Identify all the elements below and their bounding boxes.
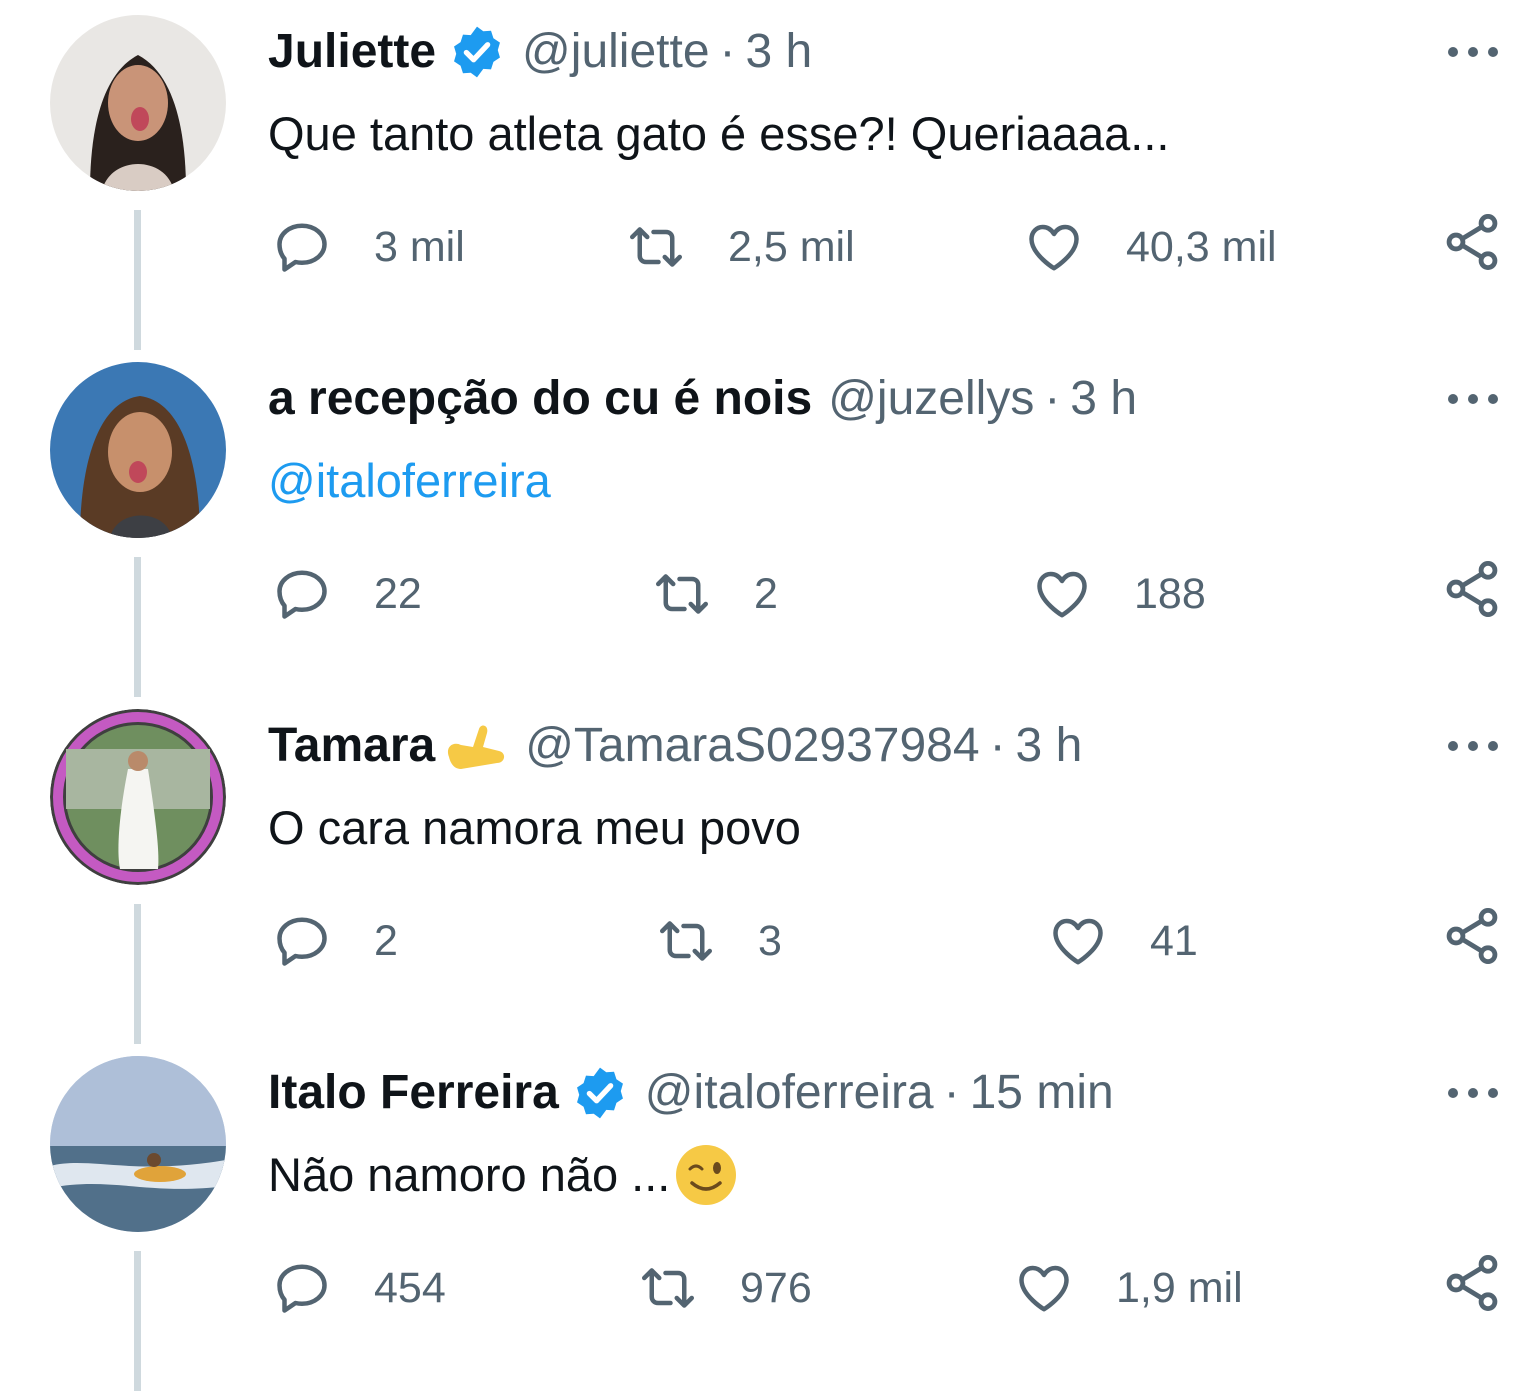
tweet[interactable]: Tamara @TamaraS02937984 · 3 h O cara nam… <box>0 694 1536 1044</box>
user-handle[interactable]: @juliette <box>522 22 709 82</box>
user-handle[interactable]: @TamaraS02937984 <box>525 716 979 776</box>
user-handle[interactable]: @juzellys <box>828 369 1034 429</box>
tweet-actions: 454 976 1,9 mil <box>0 1251 1536 1325</box>
tweet-text: Que tanto atleta gato é esse?! Queriaaaa… <box>268 107 1170 160</box>
retweet-button[interactable]: 2 <box>652 557 778 631</box>
tweet[interactable]: Juliette @juliette · 3 h Que tanto atlet… <box>0 0 1536 350</box>
separator: · <box>1044 372 1061 425</box>
heart-icon <box>1029 224 1079 271</box>
reply-icon <box>277 1264 327 1313</box>
separator: · <box>989 719 1006 772</box>
reply-count: 22 <box>374 569 422 618</box>
reply-icon <box>277 917 327 966</box>
retweet-count: 2,5 mil <box>728 222 855 271</box>
tweet-text-container: Não namoro não ... <box>268 1145 738 1205</box>
retweet-count: 2 <box>754 569 778 618</box>
retweet-button[interactable]: 3 <box>656 904 782 978</box>
tweet-actions: 3 mil 2,5 mil 40,3 mil <box>0 210 1536 284</box>
share-icon[interactable] <box>1440 210 1504 274</box>
share-icon[interactable] <box>1440 557 1504 621</box>
retweet-count: 3 <box>758 916 782 965</box>
retweet-count: 976 <box>740 1263 812 1312</box>
more-options-icon[interactable] <box>1444 1081 1502 1105</box>
tweet-header: Italo Ferreira @italoferreira · 15 min <box>268 1063 1114 1123</box>
tweet-header: a recepção do cu é nois @juzellys · 3 h <box>268 369 1137 429</box>
separator: · <box>719 25 736 78</box>
tweet-text: O cara namora meu povo <box>268 801 801 854</box>
like-count: 188 <box>1134 569 1206 618</box>
reply-button[interactable]: 3 mil <box>272 210 465 284</box>
reply-count: 454 <box>374 1263 446 1312</box>
avatar[interactable] <box>50 709 226 885</box>
retweet-icon <box>642 1268 694 1308</box>
more-options-icon[interactable] <box>1444 40 1502 64</box>
tweet[interactable]: a recepção do cu é nois @juzellys · 3 h … <box>0 347 1536 697</box>
tweet-text: Não namoro não ... <box>268 1148 671 1201</box>
reply-button[interactable]: 22 <box>272 557 422 631</box>
display-name[interactable]: Juliette <box>268 22 436 82</box>
reply-icon <box>277 223 327 272</box>
reply-count: 2 <box>374 916 398 965</box>
share-icon[interactable] <box>1440 1251 1504 1315</box>
display-name[interactable]: Tamara <box>268 716 435 776</box>
timestamp[interactable]: 3 h <box>1070 369 1137 429</box>
retweet-button[interactable]: 976 <box>638 1251 812 1325</box>
separator: · <box>943 1066 960 1119</box>
avatar[interactable] <box>50 362 226 538</box>
avatar[interactable] <box>50 15 226 191</box>
timestamp[interactable]: 15 min <box>970 1063 1114 1123</box>
retweet-icon <box>630 227 682 267</box>
tweet[interactable]: Italo Ferreira @italoferreira · 15 min N… <box>0 1041 1536 1391</box>
display-name[interactable]: a recepção do cu é nois <box>268 369 812 429</box>
reply-button[interactable]: 2 <box>272 904 398 978</box>
verified-badge-icon <box>454 26 501 78</box>
avatar[interactable] <box>50 1056 226 1232</box>
more-options-icon[interactable] <box>1444 734 1502 758</box>
timestamp[interactable]: 3 h <box>1016 716 1083 776</box>
like-button[interactable]: 41 <box>1048 904 1198 978</box>
reply-icon <box>277 570 327 619</box>
tweet-header: Juliette @juliette · 3 h <box>268 22 812 82</box>
retweet-icon <box>656 574 708 614</box>
reply-thread: Juliette @juliette · 3 h Que tanto atlet… <box>0 0 1536 1391</box>
retweet-button[interactable]: 2,5 mil <box>626 210 855 284</box>
like-count: 40,3 mil <box>1126 222 1277 271</box>
tweet-actions: 22 2 188 <box>0 557 1536 631</box>
timestamp[interactable]: 3 h <box>746 22 813 82</box>
heart-icon <box>1037 571 1087 618</box>
tweet-header: Tamara @TamaraS02937984 · 3 h <box>268 716 1082 776</box>
mention-link[interactable]: @italoferreira <box>268 451 551 511</box>
tweet-actions: 2 3 41 <box>0 904 1536 978</box>
verified-badge-icon <box>576 1067 623 1119</box>
like-count: 1,9 mil <box>1116 1263 1243 1312</box>
reply-count: 3 mil <box>374 222 465 271</box>
retweet-icon <box>660 921 712 961</box>
share-icon[interactable] <box>1440 904 1504 968</box>
heart-icon <box>1019 1265 1069 1312</box>
heart-icon <box>1053 918 1103 965</box>
user-handle[interactable]: @italoferreira <box>645 1063 934 1123</box>
call-me-hand-emoji-icon <box>448 725 505 769</box>
like-button[interactable]: 40,3 mil <box>1024 210 1277 284</box>
like-count: 41 <box>1150 916 1198 965</box>
like-button[interactable]: 1,9 mil <box>1014 1251 1243 1325</box>
display-name[interactable]: Italo Ferreira <box>268 1063 559 1123</box>
more-options-icon[interactable] <box>1444 387 1502 411</box>
reply-button[interactable]: 454 <box>272 1251 446 1325</box>
like-button[interactable]: 188 <box>1032 557 1206 631</box>
winking-face-emoji-icon <box>676 1145 737 1205</box>
